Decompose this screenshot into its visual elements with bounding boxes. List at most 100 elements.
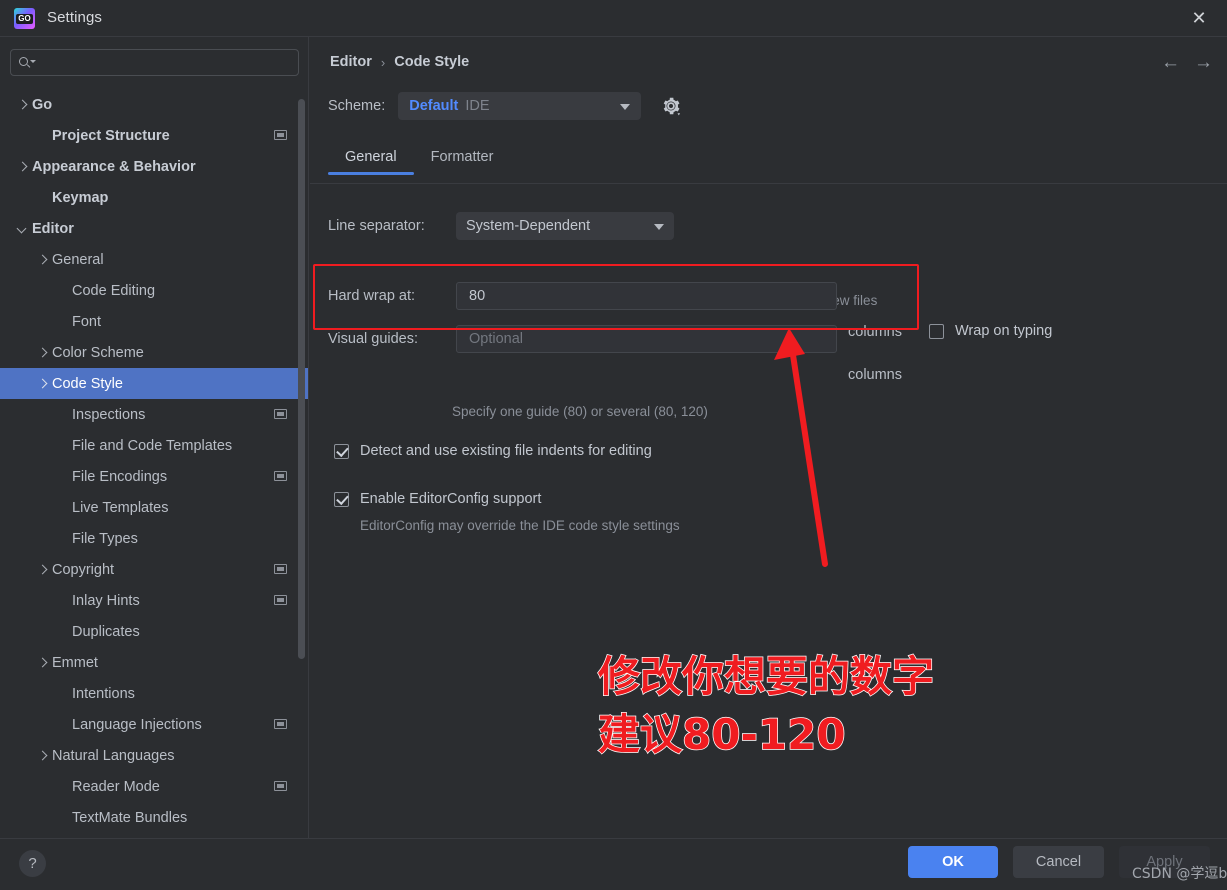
tab-formatter[interactable]: Formatter [414, 145, 511, 175]
scheme-label: Scheme: [328, 98, 386, 114]
detect-indents-checkbox[interactable] [334, 443, 349, 459]
sidebar-item-duplicates[interactable]: Duplicates [0, 616, 308, 647]
search-input[interactable] [35, 54, 298, 71]
close-icon[interactable]: ✕ [1171, 0, 1227, 36]
settings-sidebar: Go Project Structure Appearance & Behavior… [0, 37, 309, 838]
back-arrow-icon[interactable]: ← [1161, 53, 1180, 73]
sidebar-item-editor[interactable]: Editor [0, 213, 308, 244]
visual-guides-input[interactable] [467, 330, 826, 348]
sidebar-item-emmet[interactable]: Emmet [0, 647, 308, 678]
visual-guides-unit-label: columns [848, 367, 902, 383]
search-box[interactable] [10, 49, 299, 76]
project-scope-icon [274, 781, 287, 791]
sidebar-item-code-editing[interactable]: Code Editing [0, 275, 308, 306]
chevron-right-icon[interactable] [36, 563, 49, 576]
sidebar-item-color-scheme[interactable]: Color Scheme [0, 337, 308, 368]
tabs-divider [310, 183, 1227, 184]
goland-logo-icon: GO [14, 8, 35, 29]
chevron-right-icon[interactable] [16, 160, 29, 173]
chevron-right-icon[interactable] [36, 253, 49, 266]
editorconfig-label: Enable EditorConfig support [360, 491, 542, 507]
sidebar-item-label: Go [32, 96, 53, 113]
wrap-on-typing-checkbox[interactable] [929, 323, 944, 339]
sidebar-scrollbar[interactable] [298, 99, 305, 659]
sidebar-item-label: Code Style [52, 375, 123, 392]
sidebar-item-file-and-code-templates[interactable]: File and Code Templates [0, 430, 308, 461]
sidebar-item-label: Code Editing [72, 282, 156, 299]
chevron-right-icon[interactable] [36, 749, 49, 762]
apply-button: Apply [1119, 846, 1210, 878]
sidebar-item-label: Color Scheme [52, 344, 144, 361]
project-scope-icon [274, 409, 287, 419]
detect-indents-label: Detect and use existing file indents for… [360, 443, 652, 459]
sidebar-item-label: Appearance & Behavior [32, 158, 196, 175]
sidebar-item-general[interactable]: General [0, 244, 308, 275]
sidebar-item-appearance-behavior[interactable]: Appearance & Behavior [0, 151, 308, 182]
forward-arrow-icon[interactable]: → [1194, 53, 1213, 73]
chevron-right-icon[interactable] [36, 346, 49, 359]
sidebar-item-project-structure[interactable]: Project Structure [0, 120, 308, 151]
hard-wrap-label: Hard wrap at: [328, 288, 416, 304]
visual-guides-input-wrapper[interactable] [456, 325, 837, 353]
sidebar-item-inlay-hints[interactable]: Inlay Hints [0, 585, 308, 616]
breadcrumb-current: Code Style [394, 54, 470, 70]
sidebar-item-go[interactable]: Go [0, 89, 308, 120]
editorconfig-checkbox-row[interactable]: Enable EditorConfig support [334, 491, 541, 507]
sidebar-item-label: TextMate Bundles [72, 809, 188, 826]
help-icon[interactable]: ? [19, 850, 46, 877]
settings-dialog: GO Settings ✕ Go Project Structure Appeara… [0, 0, 1227, 890]
chevron-right-icon[interactable] [16, 98, 29, 111]
line-separator-dropdown[interactable]: System-Dependent [456, 212, 674, 240]
hard-wrap-input[interactable] [467, 287, 826, 305]
wrap-on-typing-checkbox-row[interactable]: Wrap on typing [929, 323, 1052, 339]
sidebar-item-font[interactable]: Font [0, 306, 308, 337]
sidebar-item-textmate-bundles[interactable]: TextMate Bundles [0, 802, 308, 833]
chevron-right-icon[interactable] [36, 656, 49, 669]
detect-indents-checkbox-row[interactable]: Detect and use existing file indents for… [334, 443, 652, 459]
sidebar-item-code-style[interactable]: Code Style [0, 368, 308, 399]
editorconfig-checkbox[interactable] [334, 491, 349, 507]
hard-wrap-unit-label: columns [848, 324, 902, 340]
ok-button[interactable]: OK [908, 846, 998, 878]
sidebar-item-label: Intentions [72, 685, 135, 702]
scheme-dropdown[interactable]: Default IDE [398, 92, 642, 120]
sidebar-item-file-encodings[interactable]: File Encodings [0, 461, 308, 492]
chevron-down-icon[interactable] [16, 222, 29, 235]
scheme-row: Scheme: Default IDE [328, 92, 683, 120]
sidebar-item-file-types[interactable]: File Types [0, 523, 308, 554]
sidebar-item-keymap[interactable]: Keymap [0, 182, 308, 213]
scheme-value: Default [409, 98, 459, 114]
cancel-button[interactable]: Cancel [1013, 846, 1104, 878]
sidebar-item-intentions[interactable]: Intentions [0, 678, 308, 709]
sidebar-item-language-injections[interactable]: Language Injections [0, 709, 308, 740]
sidebar-item-label: Natural Languages [52, 747, 175, 764]
hard-wrap-input-wrapper[interactable] [456, 282, 837, 310]
sidebar-item-label: Keymap [52, 189, 109, 206]
sidebar-item-natural-languages[interactable]: Natural Languages [0, 740, 308, 771]
sidebar-item-live-templates[interactable]: Live Templates [0, 492, 308, 523]
settings-tree: Go Project Structure Appearance & Behavior… [0, 89, 308, 838]
gear-icon[interactable] [659, 94, 683, 118]
window-title: Settings [47, 9, 102, 26]
visual-guides-row: Visual guides: [328, 325, 837, 353]
tab-general[interactable]: General [328, 145, 414, 175]
sidebar-item-label: Editor [32, 220, 74, 237]
sidebar-item-inspections[interactable]: Inspections [0, 399, 308, 430]
sidebar-item-copyright[interactable]: Copyright [0, 554, 308, 585]
sidebar-item-reader-mode[interactable]: Reader Mode [0, 771, 308, 802]
breadcrumb-parent[interactable]: Editor [330, 54, 372, 70]
chevron-right-icon[interactable] [36, 377, 49, 390]
search-icon [19, 56, 36, 70]
sidebar-item-label: File Types [72, 530, 138, 547]
